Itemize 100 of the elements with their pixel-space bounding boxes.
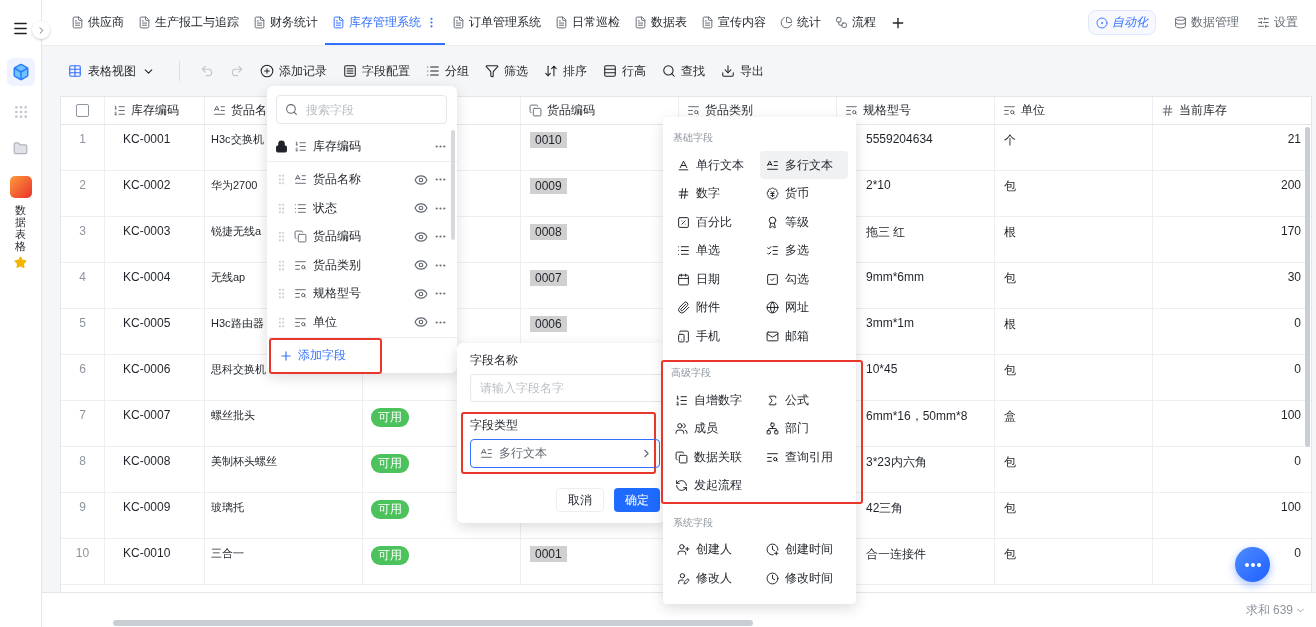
toolbar-button[interactable]: 查找 (662, 62, 705, 80)
toolbar-button[interactable]: 行高 (603, 62, 646, 80)
field-item[interactable]: 货品编码 (267, 222, 457, 251)
confirm-button[interactable]: 确定 (614, 488, 660, 512)
table-cell: 100 (1280, 408, 1301, 422)
tab[interactable]: 供应商 (64, 0, 131, 45)
column-header[interactable]: 库存编码 (105, 97, 205, 124)
field-item[interactable]: 货品类别 (267, 251, 457, 280)
field-type-option[interactable]: 自增数字 (669, 386, 760, 414)
eye-icon[interactable] (414, 172, 428, 187)
clock-plus-icon (765, 543, 779, 556)
redo-icon[interactable] (230, 64, 244, 78)
field-type-option[interactable]: 等级 (759, 208, 848, 236)
field-type-option[interactable]: 网址 (759, 293, 848, 322)
field-type-option[interactable]: 多行文本 (759, 151, 848, 179)
toolbar-button[interactable]: 导出 (721, 62, 764, 80)
field-item[interactable]: 规格型号 (267, 279, 457, 308)
scrollbar-thumb[interactable] (1305, 127, 1310, 447)
toolbar-button[interactable]: 分组 (426, 62, 469, 80)
field-type-option[interactable]: 多选 (759, 236, 848, 265)
tab[interactable]: 财务统计 (246, 0, 325, 45)
field-item[interactable]: 货品名称 (267, 165, 457, 194)
table-cell: 21 (1287, 132, 1301, 146)
field-type-option[interactable]: 数据关联 (669, 443, 760, 471)
table-cell: 2*10 (866, 178, 891, 192)
field-type-option[interactable]: 部门 (759, 414, 850, 443)
section-title: 基础字段 (672, 131, 714, 145)
tab[interactable]: 数据表 (627, 0, 694, 45)
tab[interactable]: 生产报工与追踪 (131, 0, 246, 45)
multiline-text-icon (480, 447, 493, 460)
collapse-button[interactable] (32, 21, 50, 39)
field-type-option[interactable]: 修改人 (671, 564, 760, 592)
code-tag: 0001 (530, 546, 567, 562)
field-item[interactable]: 状态 (267, 194, 457, 223)
row-number: 2 (79, 178, 86, 192)
field-type-option[interactable]: 邮箱 (759, 322, 848, 350)
field-type-option[interactable]: 数字 (671, 179, 760, 208)
table-cell: KC-0006 (123, 362, 171, 376)
field-type-option[interactable]: 手机 (671, 322, 760, 350)
toolbar-button[interactable]: 筛选 (485, 62, 528, 80)
data-management-button[interactable]: 数据管理 (1174, 0, 1239, 45)
table-cell: 9mm*6mm (866, 270, 924, 284)
field-item[interactable]: 单位 (267, 308, 457, 337)
eye-icon[interactable] (414, 201, 428, 216)
text-search-icon (294, 287, 307, 301)
field-type-option[interactable]: 修改时间 (759, 564, 848, 592)
status-tag: 可用 (371, 454, 409, 473)
eye-icon[interactable] (414, 286, 428, 301)
field-type-option[interactable]: 发起流程 (669, 471, 760, 500)
cancel-button[interactable]: 取消 (556, 488, 604, 512)
tab[interactable]: 宣传内容 (694, 0, 773, 45)
field-type-option[interactable]: 货币 (759, 179, 848, 208)
tab[interactable]: 统计 (773, 0, 828, 45)
field-type-option[interactable]: 日期 (671, 265, 760, 293)
document-icon (332, 16, 345, 29)
field-type-option[interactable]: 百分比 (671, 208, 760, 236)
undo-icon[interactable] (200, 64, 214, 78)
field-type-option[interactable]: 单行文本 (671, 151, 760, 179)
table-cell: H3c交换机 (211, 133, 264, 145)
search-field[interactable]: 搜索字段 (276, 95, 447, 124)
multiline-text-icon (213, 104, 226, 117)
star-icon[interactable] (14, 256, 27, 270)
table-cell: H3c路由器 (211, 317, 264, 329)
add-field-button[interactable]: 添加字段 (269, 337, 382, 374)
cube-app-button[interactable] (6, 58, 35, 86)
toolbar-button[interactable]: 添加记录 (260, 62, 327, 80)
column-header[interactable]: 当前库存 (1153, 97, 1311, 124)
automation-button[interactable]: 自动化 (1088, 10, 1156, 35)
table-cell: 6mm*16，50mm*8 (866, 409, 968, 423)
eye-icon[interactable] (414, 258, 428, 273)
tab[interactable]: 日常巡检 (548, 0, 627, 45)
yen-icon (765, 187, 779, 200)
row-number: 4 (79, 270, 86, 284)
tab[interactable]: 订单管理系统 (445, 0, 548, 45)
plus-icon (279, 348, 293, 363)
field-type-option[interactable]: 创建时间 (759, 535, 848, 564)
column-header[interactable]: 单位 (995, 97, 1153, 124)
field-type-option[interactable]: 成员 (669, 414, 760, 443)
toolbar-button[interactable]: 排序 (544, 62, 587, 80)
table-cell: 42三角 (866, 501, 904, 515)
toolbar-button[interactable]: 字段配置 (343, 62, 410, 80)
tab[interactable]: 流程 (828, 0, 883, 45)
tab[interactable]: 库存管理系统 (325, 0, 445, 45)
select-all-checkbox[interactable] (76, 104, 89, 117)
field-type-option[interactable]: 查询引用 (759, 443, 850, 471)
scrollbar-thumb[interactable] (451, 130, 455, 240)
field-type-option[interactable]: 单选 (671, 236, 760, 265)
field-type-option[interactable]: 公式 (759, 386, 850, 414)
eye-icon[interactable] (414, 229, 428, 244)
scrollbar-thumb[interactable] (113, 620, 753, 626)
field-type-select[interactable]: 多行文本 (470, 439, 660, 468)
sort-icon (544, 64, 558, 78)
field-type-option[interactable]: 附件 (671, 293, 760, 322)
field-type-option[interactable]: 创建人 (671, 535, 760, 564)
eye-icon[interactable] (414, 315, 428, 330)
settings-button[interactable]: 设置 (1257, 0, 1298, 45)
document-icon (452, 16, 465, 29)
view-switcher[interactable]: 表格视图 (64, 58, 159, 84)
app-logo-icon[interactable] (9, 176, 32, 198)
field-type-option[interactable]: 勾选 (759, 265, 848, 293)
